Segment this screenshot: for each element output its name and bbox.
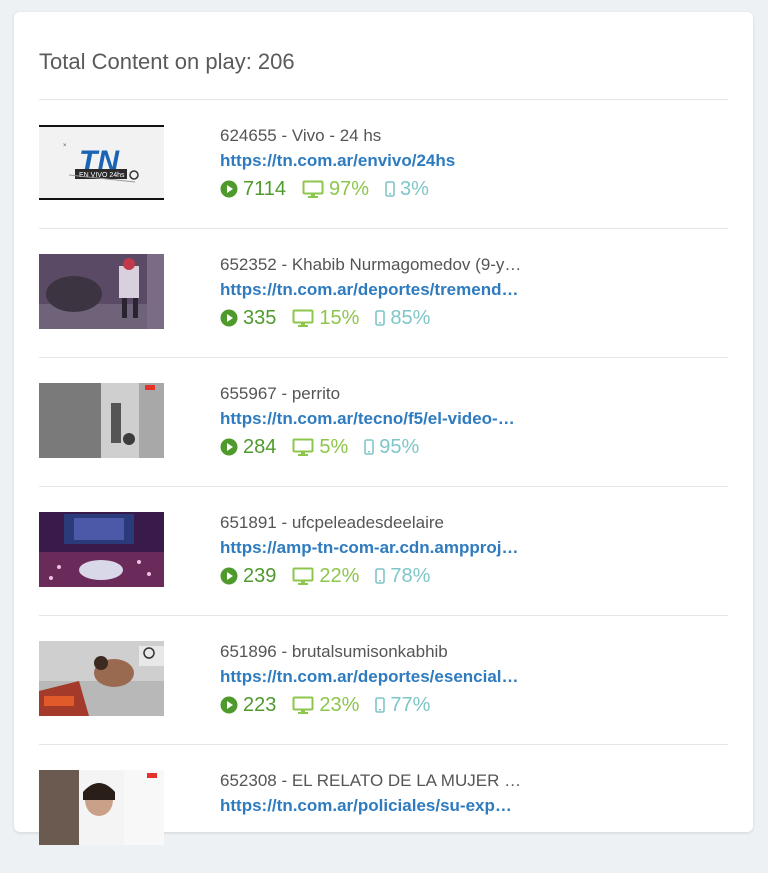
mobile-icon — [375, 568, 386, 584]
mobile-icon — [385, 181, 395, 197]
stats-row: 7114 97% 3% — [220, 177, 540, 201]
plays-stat: 284 — [220, 436, 276, 459]
content-url-link[interactable]: https://tn.com.ar/deportes/tremend… — [220, 280, 532, 300]
stats-row: 284 5% 95% — [220, 435, 540, 459]
mobile-stat: 77% — [375, 694, 430, 717]
content-url-link[interactable]: https://tn.com.ar/policiales/su-exp… — [220, 796, 532, 816]
content-name: 651891 - ufcpeleadesdeelaire — [220, 513, 445, 532]
stats-row: 239 22% 78% — [220, 564, 540, 588]
content-name: 624655 - Vivo - 24 hs — [220, 126, 382, 145]
mobile-percent: 78% — [390, 564, 431, 587]
list-item: 651891 - ufcpeleadesdeelaire https://amp… — [39, 486, 728, 615]
content-url-link[interactable]: https://tn.com.ar/envivo/24hs — [220, 151, 532, 171]
mobile-stat: 3% — [385, 178, 429, 201]
plays-count: 223 — [243, 693, 277, 716]
thumbnail[interactable] — [39, 770, 164, 845]
mobile-percent: 77% — [390, 693, 431, 716]
mobile-icon — [375, 310, 386, 326]
plays-count: 239 — [243, 564, 277, 587]
content-url-link[interactable]: https://tn.com.ar/deportes/esencial… — [220, 667, 532, 687]
thumbnail[interactable] — [39, 383, 164, 458]
thumbnail[interactable] — [39, 641, 164, 716]
desktop-percent: 5% — [319, 435, 349, 458]
play-circle-icon — [220, 309, 238, 327]
desktop-icon — [292, 438, 314, 456]
content-name: 652352 - Khabib Nurmagomedov (9-y… — [220, 255, 522, 274]
desktop-percent: 22% — [319, 564, 360, 587]
thumbnail[interactable] — [39, 512, 164, 587]
mobile-percent: 85% — [390, 306, 431, 329]
desktop-stat: 97% — [302, 178, 369, 201]
mobile-icon — [364, 439, 375, 455]
desktop-icon — [292, 567, 314, 585]
desktop-icon — [302, 180, 324, 198]
plays-count: 284 — [243, 435, 277, 458]
mobile-stat: 85% — [375, 307, 430, 330]
desktop-stat: 15% — [292, 307, 359, 330]
plays-count: 7114 — [243, 177, 287, 200]
plays-stat: 335 — [220, 307, 276, 330]
content-name: 655967 - perrito — [220, 384, 341, 403]
desktop-percent: 23% — [319, 693, 360, 716]
desktop-percent: 97% — [329, 177, 370, 200]
thumbnail[interactable]: TN EN VIVO 24hs × — [39, 125, 164, 200]
desktop-percent: 15% — [319, 306, 360, 329]
thumbnail-caption: EN VIVO 24hs — [79, 172, 125, 179]
mobile-percent: 95% — [379, 435, 420, 458]
play-circle-icon — [220, 696, 238, 714]
play-circle-icon — [220, 567, 238, 585]
list-item: 652352 - Khabib Nurmagomedov (9-y… https… — [39, 228, 728, 357]
stats-row: 223 23% 77% — [220, 693, 540, 717]
content-card: Total Content on play: 206 TN EN VIVO 24… — [14, 12, 753, 845]
desktop-icon — [292, 309, 314, 327]
plays-stat: 239 — [220, 565, 276, 588]
play-circle-icon — [220, 438, 238, 456]
svg-text:×: × — [63, 143, 67, 149]
plays-stat: 223 — [220, 694, 276, 717]
stats-row: 335 15% 85% — [220, 306, 540, 330]
list-item: 655967 - perrito https://tn.com.ar/tecno… — [39, 357, 728, 486]
mobile-stat: 95% — [364, 436, 419, 459]
content-url-link[interactable]: https://tn.com.ar/tecno/f5/el-video-… — [220, 409, 532, 429]
content-name: 652308 - EL RELATO DE LA MUJER … — [220, 771, 522, 790]
list-item: 652308 - EL RELATO DE LA MUJER … https:/… — [39, 744, 728, 873]
page-title: Total Content on play: 206 — [39, 49, 295, 74]
desktop-stat: 5% — [292, 436, 348, 459]
thumbnail[interactable] — [39, 254, 164, 329]
mobile-percent: 3% — [400, 177, 429, 200]
list-item: 651896 - brutalsumisonkabhib https://tn.… — [39, 615, 728, 744]
list-item: TN EN VIVO 24hs × 624655 - Vivo - 24 hs … — [39, 99, 728, 228]
desktop-stat: 22% — [292, 565, 359, 588]
content-name: 651896 - brutalsumisonkabhib — [220, 642, 448, 661]
plays-stat: 7114 — [220, 178, 286, 201]
mobile-stat: 78% — [375, 565, 430, 588]
desktop-stat: 23% — [292, 694, 359, 717]
mobile-icon — [375, 697, 386, 713]
content-url-link[interactable]: https://amp-tn-com-ar.cdn.ampproj… — [220, 538, 532, 558]
plays-count: 335 — [243, 306, 277, 329]
desktop-icon — [292, 696, 314, 714]
play-circle-icon — [220, 180, 238, 198]
